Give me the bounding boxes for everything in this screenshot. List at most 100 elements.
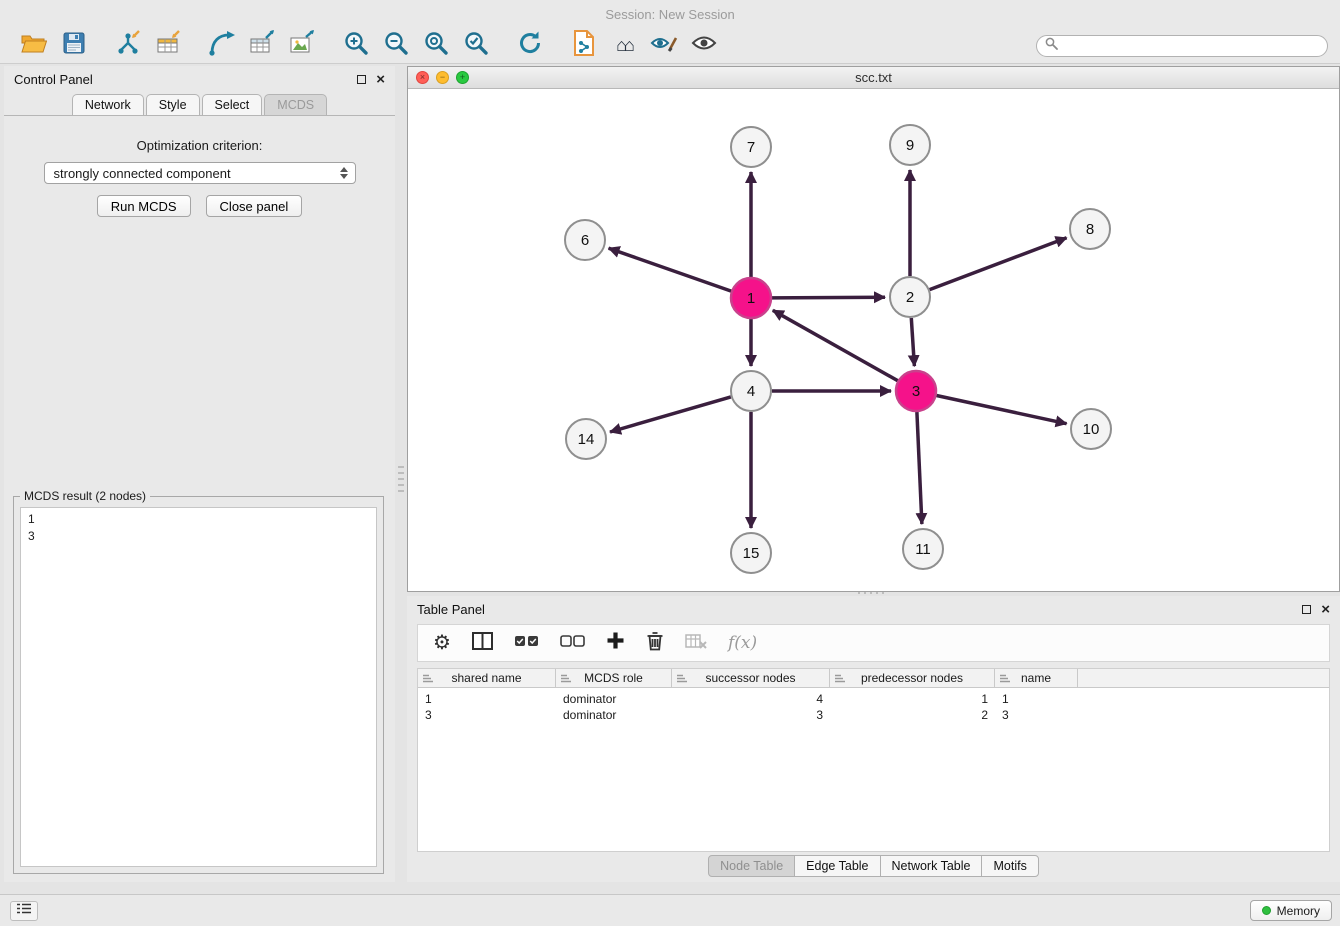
network-canvas[interactable]: 7 9 6 8 1 2 4 3 14 10 15 11 bbox=[408, 89, 1339, 591]
network-window-titlebar: × − + scc.txt bbox=[408, 67, 1339, 89]
show-hide-graphics-button[interactable] bbox=[689, 31, 719, 61]
tab-node-table[interactable]: Node Table bbox=[708, 855, 795, 877]
graph-node-11[interactable]: 11 bbox=[903, 529, 943, 569]
graph-node-9[interactable]: 9 bbox=[890, 125, 930, 165]
graph-node-15[interactable]: 15 bbox=[731, 533, 771, 573]
mcds-result-text: 1 3 bbox=[20, 507, 377, 867]
graph-edge-1-6[interactable] bbox=[609, 248, 732, 291]
svg-text:11: 11 bbox=[915, 541, 931, 558]
tab-network-table[interactable]: Network Table bbox=[880, 855, 983, 877]
add-column-icon[interactable] bbox=[606, 631, 625, 655]
table-cell: 3 bbox=[418, 708, 556, 722]
task-history-button[interactable] bbox=[10, 901, 38, 921]
column-sort-icon bbox=[422, 673, 434, 687]
network-canvas-svg[interactable]: 7 9 6 8 1 2 4 3 14 10 15 11 bbox=[408, 89, 1339, 591]
control-panel-title: Control Panel bbox=[14, 72, 93, 87]
graph-edge-3-11[interactable] bbox=[917, 412, 922, 524]
graph-edge-3-1[interactable] bbox=[773, 310, 898, 380]
graph-edge-2-3[interactable] bbox=[911, 318, 914, 366]
column-sort-icon bbox=[834, 673, 846, 687]
graph-node-7[interactable]: 7 bbox=[731, 127, 771, 167]
tab-edge-table[interactable]: Edge Table bbox=[794, 855, 880, 877]
column-header-successor-nodes[interactable]: successor nodes bbox=[672, 669, 830, 687]
zoom-out-button[interactable] bbox=[381, 31, 411, 61]
export-image-button[interactable] bbox=[287, 31, 317, 61]
close-panel-button[interactable]: Close panel bbox=[206, 195, 303, 217]
tab-select[interactable]: Select bbox=[202, 94, 263, 115]
close-panel-icon[interactable]: × bbox=[376, 72, 385, 87]
table-panel-tabs: Node TableEdge TableNetwork TableMotifs bbox=[407, 855, 1340, 877]
criterion-dropdown[interactable]: strongly connected component bbox=[44, 162, 356, 184]
tab-mcds[interactable]: MCDS bbox=[264, 94, 327, 115]
graph-node-8[interactable]: 8 bbox=[1070, 209, 1110, 249]
memory-button[interactable]: Memory bbox=[1250, 900, 1332, 921]
document-network-icon bbox=[573, 30, 595, 61]
graph-node-6[interactable]: 6 bbox=[565, 220, 605, 260]
search-input[interactable] bbox=[1064, 39, 1319, 53]
graph-edge-1-2[interactable] bbox=[772, 297, 885, 298]
window-zoom-icon[interactable]: + bbox=[456, 71, 469, 84]
tab-motifs[interactable]: Motifs bbox=[981, 855, 1038, 877]
zoom-fit-button[interactable] bbox=[421, 31, 451, 61]
export-image-icon bbox=[289, 30, 315, 61]
home-button[interactable]: ⌂⌂ bbox=[609, 31, 639, 61]
export-table-button[interactable] bbox=[247, 31, 277, 61]
table-settings-gear-icon[interactable]: ⚙ bbox=[433, 633, 451, 653]
column-header-MCDS-role[interactable]: MCDS role bbox=[556, 669, 672, 687]
svg-text:3: 3 bbox=[912, 383, 920, 400]
graph-edge-2-8[interactable] bbox=[930, 238, 1067, 290]
save-session-button[interactable] bbox=[59, 31, 89, 61]
split-columns-icon[interactable] bbox=[472, 632, 493, 655]
table-toolbar: ⚙ f(x) bbox=[417, 624, 1330, 662]
load-network-button[interactable] bbox=[207, 31, 237, 61]
graph-node-14[interactable]: 14 bbox=[566, 419, 606, 459]
column-header-name[interactable]: name bbox=[995, 669, 1078, 687]
zoom-selected-button[interactable] bbox=[461, 31, 491, 61]
deselect-all-rows-icon[interactable] bbox=[560, 634, 585, 653]
graph-node-4[interactable]: 4 bbox=[731, 371, 771, 411]
import-network-from-file-button[interactable] bbox=[113, 31, 143, 61]
open-file-button[interactable] bbox=[19, 31, 49, 61]
tab-network[interactable]: Network bbox=[72, 94, 144, 115]
table-cell: 2 bbox=[830, 708, 995, 722]
apply-style-button[interactable] bbox=[649, 31, 679, 61]
open-session-doc-button[interactable] bbox=[569, 31, 599, 61]
delete-table-icon[interactable] bbox=[685, 633, 707, 654]
refresh-view-button[interactable] bbox=[515, 31, 545, 61]
graph-edge-4-14[interactable] bbox=[610, 397, 731, 432]
zoom-in-button[interactable] bbox=[341, 31, 371, 61]
window-title: Session: New Session bbox=[605, 7, 734, 22]
tab-style[interactable]: Style bbox=[146, 94, 200, 115]
graph-node-10[interactable]: 10 bbox=[1071, 409, 1111, 449]
column-header-predecessor-nodes[interactable]: predecessor nodes bbox=[830, 669, 995, 687]
graph-edge-3-10[interactable] bbox=[937, 396, 1067, 424]
control-panel-header: Control Panel × bbox=[4, 66, 395, 92]
network-arrow-icon bbox=[208, 30, 236, 61]
import-table-from-file-button[interactable] bbox=[153, 31, 183, 61]
style-brush-eye-icon bbox=[650, 32, 678, 59]
run-mcds-button[interactable]: Run MCDS bbox=[97, 195, 191, 217]
table-row[interactable]: 3dominator323 bbox=[418, 707, 1329, 723]
dropdown-arrows-icon bbox=[337, 167, 351, 179]
main-toolbar: ⌂⌂ bbox=[0, 28, 1340, 64]
zoom-out-icon bbox=[383, 30, 409, 61]
float-panel-icon[interactable] bbox=[357, 75, 366, 84]
graph-node-2[interactable]: 2 bbox=[890, 277, 930, 317]
graph-node-1[interactable]: 1 bbox=[731, 278, 771, 318]
vertical-splitter-handle[interactable] bbox=[398, 466, 404, 492]
import-network-icon bbox=[115, 30, 141, 61]
svg-text:9: 9 bbox=[906, 137, 914, 154]
search-box[interactable] bbox=[1036, 35, 1328, 57]
float-table-panel-icon[interactable] bbox=[1302, 605, 1311, 614]
edges-layer bbox=[609, 170, 1067, 528]
delete-column-trash-icon[interactable] bbox=[646, 630, 664, 656]
window-close-icon[interactable]: × bbox=[416, 71, 429, 84]
function-builder-icon[interactable]: f(x) bbox=[728, 633, 757, 653]
window-minimize-icon[interactable]: − bbox=[436, 71, 449, 84]
table-row[interactable]: 1dominator411 bbox=[418, 691, 1329, 707]
column-header-shared-name[interactable]: shared name bbox=[418, 669, 556, 687]
graph-node-3[interactable]: 3 bbox=[896, 371, 936, 411]
select-all-rows-icon[interactable] bbox=[514, 634, 539, 653]
svg-text:14: 14 bbox=[578, 431, 595, 448]
close-table-panel-icon[interactable]: × bbox=[1321, 602, 1330, 617]
